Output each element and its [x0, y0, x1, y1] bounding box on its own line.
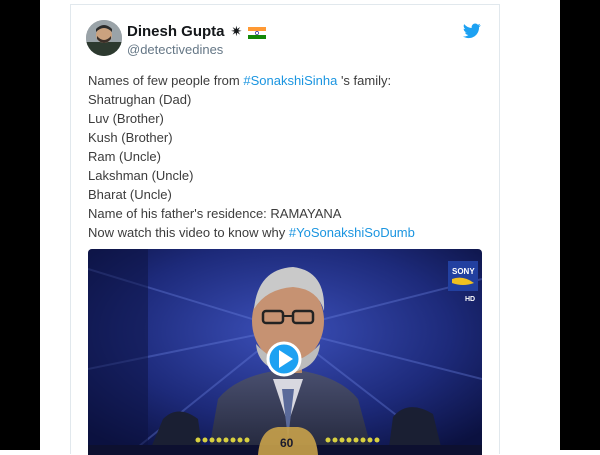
text-line: Lakshman (Uncle) — [88, 168, 194, 183]
text-line: Bharat (Uncle) — [88, 187, 172, 202]
handle[interactable]: @detectivedines — [127, 42, 223, 57]
score-display: 60 — [280, 436, 294, 450]
text-line: Name of his father's residence: RAMAYANA — [88, 206, 342, 221]
text-line: Names of few people from #SonakshiSinha … — [88, 71, 488, 90]
channel-hd-text: HD — [465, 296, 475, 303]
text-segment: 's family: — [337, 73, 392, 88]
sparkle-icon: ✷ — [230, 23, 243, 39]
video-player[interactable]: 60 SONY HD — [88, 249, 482, 455]
india-flag-icon — [248, 26, 267, 39]
text-segment: Names of few people from — [88, 73, 244, 88]
twitter-bird-icon[interactable] — [463, 23, 481, 39]
text-line: Luv (Brother) — [88, 111, 164, 126]
tweet-card: Dinesh Gupta ✷ @detectivedines Names of … — [70, 4, 500, 455]
channel-logo-text: SONY — [452, 267, 475, 276]
display-name[interactable]: Dinesh Gupta — [127, 23, 225, 40]
left-black-border — [0, 0, 40, 450]
hashtag-link[interactable]: #YoSonakshiSoDumb — [289, 225, 415, 240]
text-segment: Now watch this video to know why — [88, 225, 289, 240]
right-black-border — [560, 0, 600, 450]
left-margin — [40, 0, 70, 450]
text-line: Ram (Uncle) — [88, 149, 161, 164]
text-line: Now watch this video to know why #YoSona… — [88, 223, 488, 242]
hashtag-link[interactable]: #SonakshiSinha — [243, 73, 337, 88]
author-row: Dinesh Gupta ✷ — [127, 23, 267, 40]
right-margin — [530, 0, 560, 450]
play-button[interactable] — [266, 341, 302, 377]
text-line: Shatrughan (Dad) — [88, 92, 192, 107]
tweet-text: Names of few people from #SonakshiSinha … — [88, 71, 488, 242]
avatar[interactable] — [86, 20, 122, 56]
text-line: Kush (Brother) — [88, 130, 173, 145]
video-frame: 60 SONY HD — [88, 249, 482, 455]
